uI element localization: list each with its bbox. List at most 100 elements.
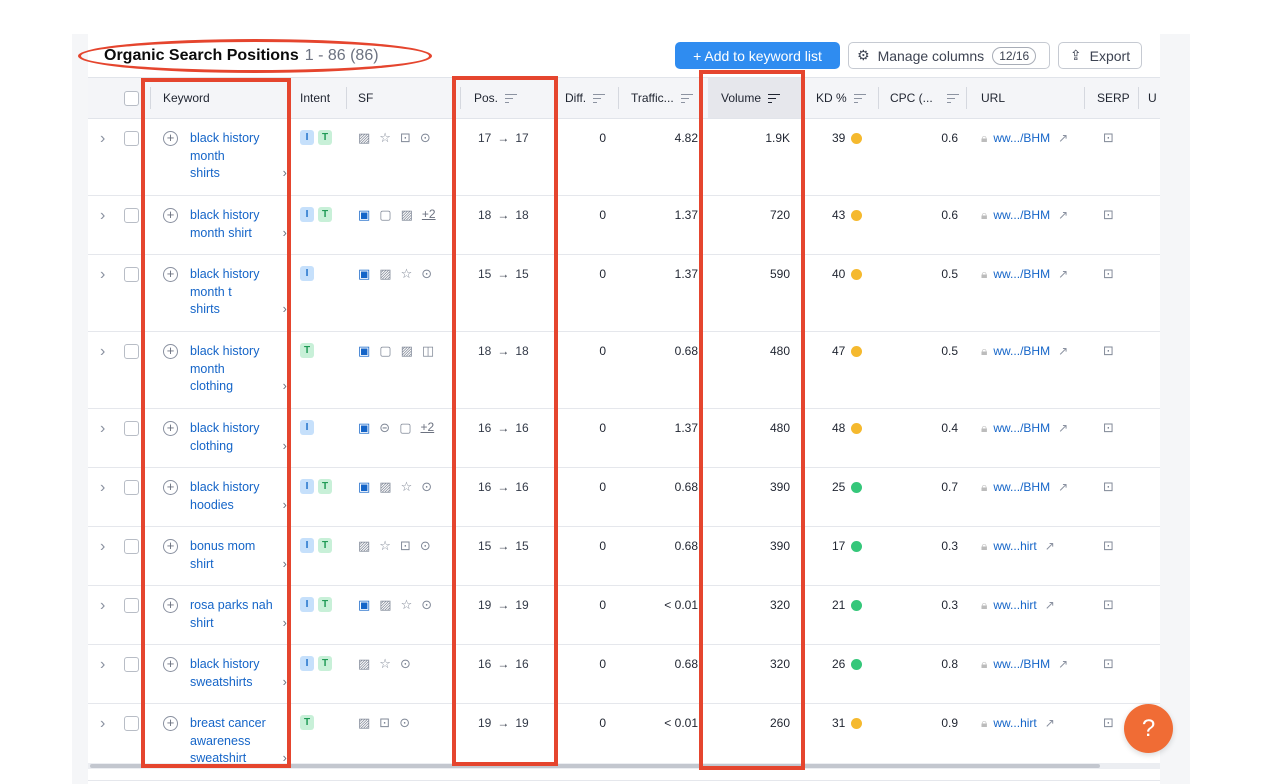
star-feature-icon[interactable]: ☆ [379, 655, 391, 673]
pic-on-feature-icon[interactable]: ▣ [358, 419, 370, 437]
external-link-icon[interactable]: ↗ [1045, 715, 1055, 733]
star-feature-icon[interactable]: ☆ [401, 596, 413, 614]
add-to-keyword-list-button[interactable]: + Add to keyword list [675, 42, 840, 69]
url-link[interactable]: 🔒︎ ww.../BHM ↗ [981, 130, 1081, 148]
pic-feature-icon[interactable]: ⊡ [400, 537, 411, 555]
external-link-icon[interactable]: ↗ [1058, 207, 1068, 225]
pic-on-feature-icon[interactable]: ▣ [358, 265, 370, 283]
vid-feature-icon[interactable]: ⊙ [421, 596, 432, 614]
vid-feature-icon[interactable]: ⊙ [421, 478, 432, 496]
external-link-icon[interactable]: ↗ [1058, 343, 1068, 361]
chat-feature-icon[interactable]: ▢ [399, 419, 411, 437]
row-checkbox[interactable] [124, 421, 139, 436]
expand-row-chevron-icon[interactable]: › [100, 479, 105, 497]
external-link-icon[interactable]: ↗ [1058, 130, 1068, 148]
star-feature-icon[interactable]: ☆ [401, 478, 413, 496]
row-checkbox[interactable] [124, 208, 139, 223]
column-serp[interactable]: SERP [1097, 78, 1130, 118]
column-traffic[interactable]: Traffic... [631, 78, 693, 118]
expand-row-chevron-icon[interactable]: › [100, 130, 105, 148]
intent-informational-badge[interactable]: I [300, 130, 314, 145]
intent-transactional-badge[interactable]: T [318, 538, 332, 553]
column-kd[interactable]: KD % [816, 78, 866, 118]
url-link[interactable]: 🔒︎ ww.../BHM ↗ [981, 420, 1081, 438]
url-link[interactable]: 🔒︎ ww...hirt ↗ [981, 538, 1081, 556]
intent-informational-badge[interactable]: I [300, 420, 314, 435]
row-checkbox[interactable] [124, 539, 139, 554]
serp-preview-icon[interactable]: ⊡ [1103, 478, 1114, 496]
intent-informational-badge[interactable]: I [300, 656, 314, 671]
pic-on-feature-icon[interactable]: ▣ [358, 596, 370, 614]
pic-on-feature-icon[interactable]: ▣ [358, 342, 370, 360]
intent-transactional-badge[interactable]: T [318, 207, 332, 222]
url-link[interactable]: 🔒︎ ww.../BHM ↗ [981, 343, 1081, 361]
url-link[interactable]: 🔒︎ ww...hirt ↗ [981, 715, 1081, 733]
column-diff[interactable]: Diff. [565, 78, 606, 118]
expand-row-chevron-icon[interactable]: › [100, 266, 105, 284]
external-link-icon[interactable]: ↗ [1058, 420, 1068, 438]
serp-preview-icon[interactable]: ⊡ [1103, 714, 1114, 732]
intent-transactional-badge[interactable]: T [300, 715, 314, 730]
external-link-icon[interactable]: ↗ [1045, 538, 1055, 556]
img-feature-icon[interactable]: ▨ [358, 537, 370, 555]
row-checkbox[interactable] [124, 716, 139, 731]
row-checkbox[interactable] [124, 657, 139, 672]
column-url[interactable]: URL [981, 78, 1005, 118]
expand-row-chevron-icon[interactable]: › [100, 420, 105, 438]
carousel-feature-icon[interactable]: ◫ [422, 342, 434, 360]
expand-row-chevron-icon[interactable]: › [100, 656, 105, 674]
serp-preview-icon[interactable]: ⊡ [1103, 206, 1114, 224]
serp-preview-icon[interactable]: ⊡ [1103, 342, 1114, 360]
help-button[interactable]: ? [1124, 704, 1173, 753]
pic-feature-icon[interactable]: ⊡ [379, 714, 390, 732]
pic-on-feature-icon[interactable]: ▣ [358, 478, 370, 496]
intent-informational-badge[interactable]: I [300, 597, 314, 612]
vid-feature-icon[interactable]: ⊙ [420, 537, 431, 555]
url-link[interactable]: 🔒︎ ww.../BHM ↗ [981, 656, 1081, 674]
vid-feature-icon[interactable]: ⊙ [421, 265, 432, 283]
more-features-link[interactable]: +2 [421, 419, 435, 437]
select-all-checkbox[interactable] [124, 78, 139, 118]
intent-transactional-badge[interactable]: T [318, 656, 332, 671]
expand-row-chevron-icon[interactable]: › [100, 715, 105, 733]
serp-preview-icon[interactable]: ⊡ [1103, 596, 1114, 614]
more-features-link[interactable]: +2 [422, 206, 436, 224]
intent-informational-badge[interactable]: I [300, 538, 314, 553]
url-link[interactable]: 🔒︎ ww.../BHM ↗ [981, 207, 1081, 225]
vid-feature-icon[interactable]: ⊙ [399, 714, 410, 732]
intent-transactional-badge[interactable]: T [318, 130, 332, 145]
column-more[interactable]: U [1148, 78, 1157, 118]
intent-transactional-badge[interactable]: T [318, 597, 332, 612]
img-feature-icon[interactable]: ▨ [379, 478, 391, 496]
intent-informational-badge[interactable]: I [300, 479, 314, 494]
export-button[interactable]: ⇪ Export [1058, 42, 1142, 69]
serp-preview-icon[interactable]: ⊡ [1103, 419, 1114, 437]
img-feature-icon[interactable]: ▨ [358, 655, 370, 673]
img-feature-icon[interactable]: ▨ [401, 342, 413, 360]
intent-informational-badge[interactable]: I [300, 266, 314, 281]
row-checkbox[interactable] [124, 267, 139, 282]
external-link-icon[interactable]: ↗ [1058, 656, 1068, 674]
column-sf[interactable]: SF [358, 78, 373, 118]
img-feature-icon[interactable]: ▨ [379, 596, 391, 614]
serp-preview-icon[interactable]: ⊡ [1103, 655, 1114, 673]
expand-row-chevron-icon[interactable]: › [100, 597, 105, 615]
vid-feature-icon[interactable]: ⊙ [420, 129, 431, 147]
expand-row-chevron-icon[interactable]: › [100, 343, 105, 361]
intent-informational-badge[interactable]: I [300, 207, 314, 222]
img-feature-icon[interactable]: ▨ [358, 714, 370, 732]
manage-columns-button[interactable]: ⚙ Manage columns 12/16 [848, 42, 1050, 69]
vid-feature-icon[interactable]: ⊙ [400, 655, 411, 673]
expand-row-chevron-icon[interactable]: › [100, 207, 105, 225]
star-feature-icon[interactable]: ☆ [379, 537, 391, 555]
serp-preview-icon[interactable]: ⊡ [1103, 537, 1114, 555]
pic-on-feature-icon[interactable]: ▣ [358, 206, 370, 224]
serp-preview-icon[interactable]: ⊡ [1103, 265, 1114, 283]
img-feature-icon[interactable]: ▨ [358, 129, 370, 147]
serp-preview-icon[interactable]: ⊡ [1103, 129, 1114, 147]
external-link-icon[interactable]: ↗ [1058, 479, 1068, 497]
intent-transactional-badge[interactable]: T [300, 343, 314, 358]
star-feature-icon[interactable]: ☆ [401, 265, 413, 283]
row-checkbox[interactable] [124, 344, 139, 359]
url-link[interactable]: 🔒︎ ww.../BHM ↗ [981, 266, 1081, 284]
